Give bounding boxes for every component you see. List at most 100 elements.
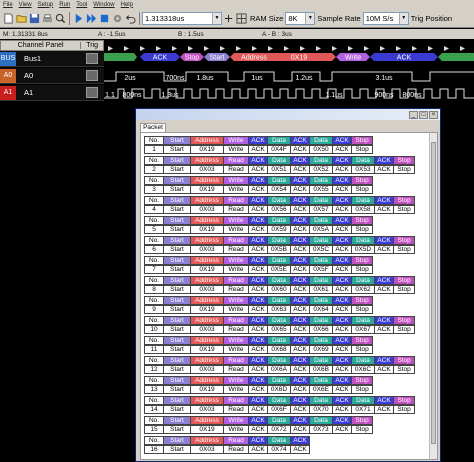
packet-no-label: No.: [144, 436, 164, 445]
packet-row[interactable]: No. Start Address Write ACK Data ACK Data ACK Sto…: [144, 256, 425, 274]
a1-duration-label: 1.1: [105, 92, 115, 99]
packet-field-type: Data: [351, 156, 375, 165]
print-icon[interactable]: [41, 12, 53, 24]
packet-number: 7: [144, 265, 164, 274]
packet-field-type: ACK: [332, 296, 352, 305]
tab-packet[interactable]: Packet: [140, 123, 166, 132]
packet-row[interactable]: No. Start Address Read ACK Data ACK Data ACK Data…: [144, 356, 425, 374]
packet-field-type: Address: [190, 156, 224, 165]
trigger-setting-button[interactable]: [86, 53, 98, 64]
packet-field-type: Data: [351, 276, 375, 285]
packet-field-type: ACK: [290, 396, 310, 405]
packet-field-type: ACK: [248, 256, 268, 265]
stop-icon[interactable]: [98, 12, 110, 24]
packet-field-type: ACK: [332, 196, 352, 205]
packet-field-value: 0X52: [309, 165, 333, 174]
packet-row[interactable]: No. Start Address Write ACK Data ACK Data ACK Sto…: [144, 376, 425, 394]
a0-duration-label: 1us: [251, 75, 263, 82]
chevron-down-icon[interactable]: ▼: [398, 12, 408, 24]
packet-field-value: Start: [163, 165, 191, 174]
packet-field-type: Start: [163, 236, 191, 245]
menu-help[interactable]: Help: [118, 2, 136, 8]
menu-tool[interactable]: Tool: [73, 2, 90, 8]
maximize-icon[interactable]: □: [419, 110, 428, 119]
packet-row[interactable]: No. Start Address Read ACK Data ACK Data ACK Data…: [144, 396, 425, 414]
menu-run[interactable]: Run: [56, 2, 73, 8]
packet-field-type: Data: [309, 156, 333, 165]
packet-field-type: Address: [190, 336, 224, 345]
new-file-icon[interactable]: [2, 12, 14, 24]
channel-row-a1[interactable]: A1 A1: [0, 85, 104, 101]
open-folder-icon[interactable]: [15, 12, 27, 24]
packet-row[interactable]: No. Start Address Read ACK Data ACK Data ACK Data…: [144, 316, 425, 334]
run-continuous-icon[interactable]: [85, 12, 97, 24]
waveform-traces: ACK Stop Start Address 0X19 Write ACK 2u…: [104, 53, 474, 99]
packet-field-value: 0X63: [267, 305, 291, 314]
packet-row[interactable]: No. Start Address Read ACK Data ACK Data ACK Data…: [144, 236, 425, 254]
packet-row[interactable]: No. Start Address Write ACK Data ACK Data ACK Sto…: [144, 176, 425, 194]
trigger-setting-button[interactable]: [86, 87, 98, 98]
timeline-ruler[interactable]: [104, 40, 474, 51]
packet-field-value: Stop: [351, 425, 373, 434]
packet-field-type: Stop: [351, 216, 373, 225]
packet-field-type: ACK: [248, 436, 268, 445]
packet-row[interactable]: No. Start Address Read ACK Data ACK 16 Start 0X03…: [144, 436, 425, 454]
packet-no-label: No.: [144, 396, 164, 405]
packet-row[interactable]: No. Start Address Read ACK Data ACK Data ACK Data…: [144, 196, 425, 214]
menu-file[interactable]: File: [0, 2, 16, 8]
sample-rate-select[interactable]: 10M S/s ▼: [362, 11, 409, 25]
packet-field-type: Data: [351, 236, 375, 245]
packet-field-type: ACK: [332, 416, 352, 425]
channel-row-bus1[interactable]: BUS Bus1: [0, 51, 104, 67]
scrollbar-thumb[interactable]: [431, 142, 436, 444]
minimize-icon[interactable]: _: [409, 110, 418, 119]
packet-field-type: Address: [190, 376, 224, 385]
packet-field-value: Stop: [393, 205, 415, 214]
packet-field-type: Start: [163, 216, 191, 225]
packet-row[interactable]: No. Start Address Write ACK Data ACK Data ACK Sto…: [144, 216, 425, 234]
zoom-icon[interactable]: [54, 12, 66, 24]
packet-row[interactable]: No. Start Address Write ACK Data ACK Data ACK Sto…: [144, 336, 425, 354]
packet-field-value: Stop: [351, 385, 373, 394]
run-once-icon[interactable]: [72, 12, 84, 24]
packet-field-type: ACK: [248, 416, 268, 425]
packet-number: 10: [144, 325, 164, 334]
channel-panel-title: Channel Panel: [1, 42, 82, 49]
a0-duration-label: 700ns: [165, 75, 185, 82]
save-icon[interactable]: [28, 12, 40, 24]
cursor-icon[interactable]: [222, 12, 234, 24]
channel-name-a1: A1: [24, 88, 34, 97]
undo-icon[interactable]: [124, 12, 136, 24]
chevron-down-icon[interactable]: ▼: [305, 12, 315, 24]
chevron-down-icon[interactable]: ▼: [212, 12, 221, 24]
settings-icon[interactable]: [111, 12, 123, 24]
packet-field-type: Address: [190, 316, 224, 325]
ram-size-select[interactable]: 8K ▼: [285, 11, 316, 25]
packet-row[interactable]: No. Start Address Write ACK Data ACK Data ACK Sto…: [144, 296, 425, 314]
menu-setup[interactable]: Setup: [35, 2, 57, 8]
trigger-setting-button[interactable]: [86, 70, 98, 81]
packet-field-value: ACK: [332, 385, 352, 394]
packet-field-type: ACK: [374, 156, 394, 165]
packet-field-type: Address: [190, 356, 224, 365]
packet-row[interactable]: No. Start Address Write ACK Data ACK Data ACK Sto…: [144, 136, 425, 154]
time-position-field[interactable]: 1.313318us ▼: [142, 11, 222, 25]
packet-field-value: Read: [223, 165, 249, 174]
packet-field-type: Start: [163, 416, 191, 425]
dialog-title-bar[interactable]: _ □ ×: [136, 109, 440, 120]
packet-row[interactable]: No. Start Address Write ACK Data ACK Data ACK Sto…: [144, 416, 425, 434]
menu-view[interactable]: View: [16, 2, 35, 8]
channel-row-a0[interactable]: A0 A0: [0, 68, 104, 84]
packet-field-value: Start: [163, 445, 191, 454]
vertical-scrollbar[interactable]: [429, 133, 437, 459]
packet-row[interactable]: No. Start Address Read ACK Data ACK Data ACK Data…: [144, 276, 425, 294]
packet-field-value: ACK: [374, 325, 394, 334]
packet-field-type: ACK: [290, 436, 310, 445]
packet-no-label: No.: [144, 276, 164, 285]
packet-row[interactable]: No. Start Address Read ACK Data ACK Data ACK Data…: [144, 156, 425, 174]
packet-number: 8: [144, 285, 164, 294]
grid-icon[interactable]: [235, 12, 247, 24]
packet-no-label: No.: [144, 356, 164, 365]
close-icon[interactable]: ×: [429, 110, 438, 119]
menu-window[interactable]: Window: [90, 2, 117, 8]
